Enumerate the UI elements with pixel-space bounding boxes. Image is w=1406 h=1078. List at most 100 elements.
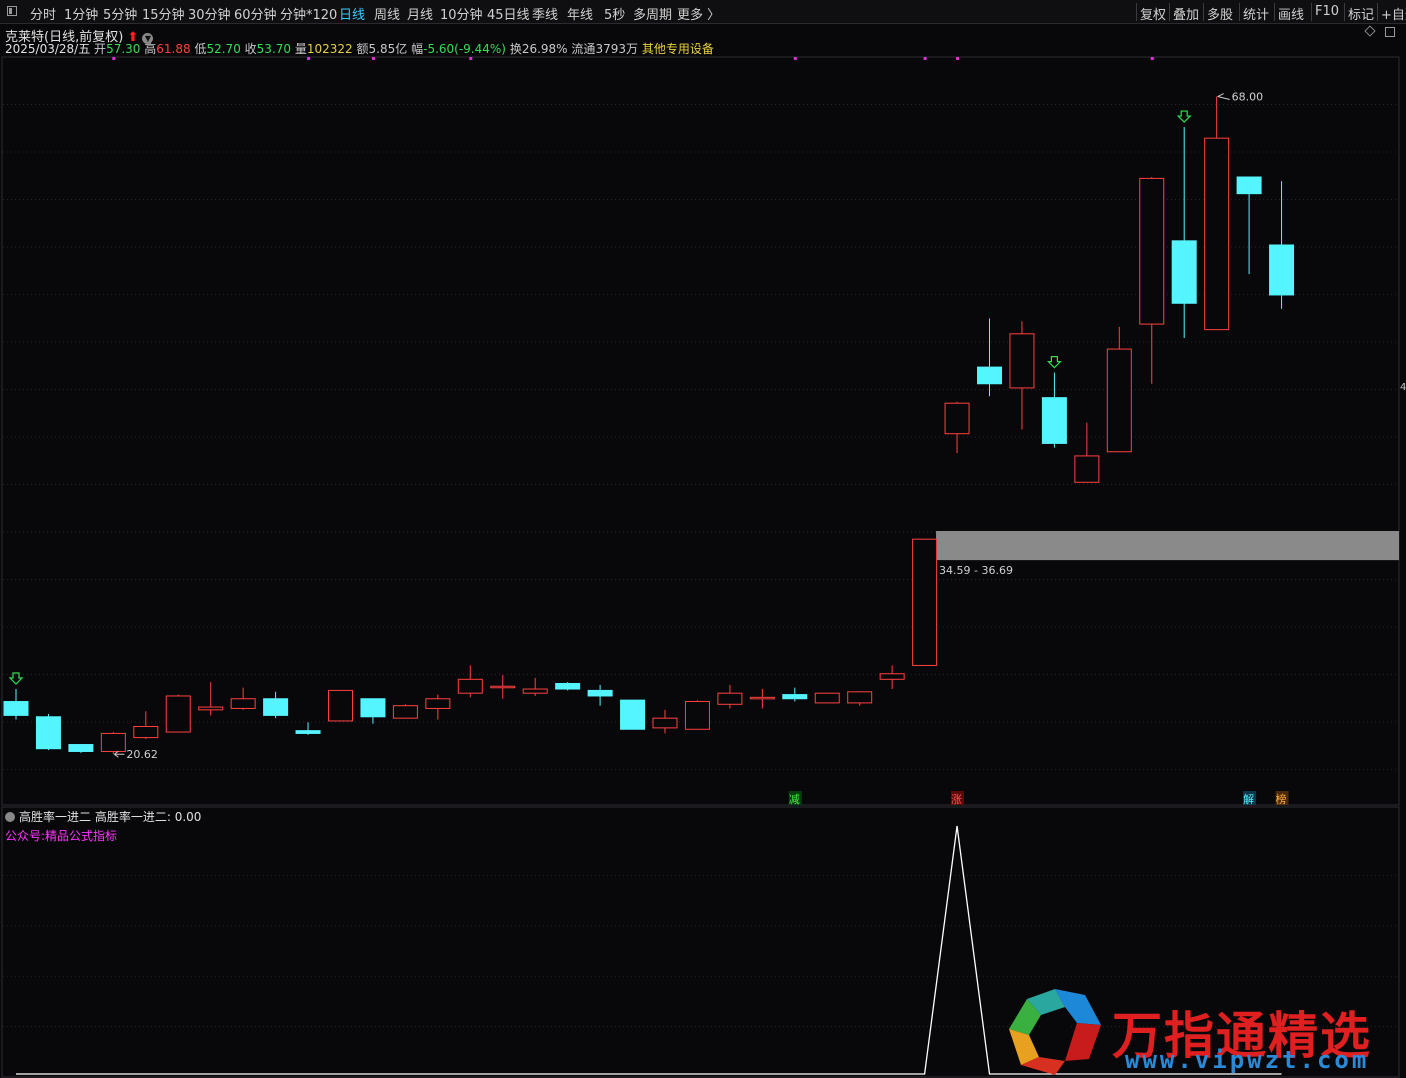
candle: [295, 722, 321, 735]
candle-body: [814, 692, 840, 704]
candle-body: [198, 706, 224, 711]
indicator-subtitle: 公众号:精品公式指标: [5, 829, 118, 843]
candle: [1139, 177, 1165, 384]
candle-body: [912, 538, 938, 666]
candle: [1204, 96, 1230, 331]
candle-body: [782, 694, 808, 700]
main-panel-frame: [1, 56, 1400, 806]
candle-body: [1236, 176, 1262, 195]
candle-body: [457, 678, 483, 694]
candle: [684, 700, 710, 730]
candle-body: [263, 698, 289, 716]
min-price-label: 20.62: [126, 748, 158, 761]
candle-body: [879, 673, 905, 680]
event-marker: 榜: [1276, 792, 1287, 806]
candle-body: [977, 366, 1002, 385]
candle-body: [1074, 455, 1100, 483]
candle: [100, 732, 126, 755]
candle-body: [230, 698, 256, 709]
candle: [1269, 181, 1295, 309]
candle-body: [360, 698, 386, 718]
candle: [879, 665, 905, 690]
candle-body: [1139, 177, 1165, 325]
candle: [912, 538, 938, 666]
candle: [360, 698, 386, 724]
candle-body: [717, 692, 743, 705]
indicator-header: 高胜率一进二 高胜率一进二: 0.00: [5, 808, 201, 825]
candle-body: [1171, 240, 1197, 304]
candle-body: [100, 732, 126, 752]
candle: [847, 691, 873, 706]
candle-body: [425, 698, 451, 709]
candle: [425, 694, 451, 720]
candle-body: [1041, 397, 1067, 444]
gap-zone: [936, 530, 1399, 561]
candle: [1041, 372, 1067, 448]
candle: [230, 687, 256, 710]
candle-body: [1204, 137, 1230, 331]
candle-body: [165, 695, 191, 733]
candle-body: [652, 717, 678, 729]
candle-body: [1269, 244, 1295, 296]
candle-body: [944, 402, 970, 435]
event-marker: 减: [789, 793, 800, 806]
candle: [555, 682, 581, 691]
candle: [198, 682, 224, 716]
candle-body: [620, 699, 646, 730]
candle-body: [684, 701, 710, 730]
candle: [328, 689, 353, 722]
min-pointer-icon: [114, 750, 125, 758]
watermark-logo-icon: [1009, 989, 1101, 1075]
candle: [749, 689, 775, 709]
candle: [1106, 326, 1132, 453]
candle-body: [328, 689, 353, 722]
candle: [1074, 422, 1100, 483]
candlestick-chart[interactable]: 4 34.59 - 36.69 68.00 20.62 减 涨 解 榜: [0, 0, 1406, 1078]
candle: [1236, 176, 1262, 275]
candle: [165, 694, 191, 733]
watermark-url: www.vipwzt.com: [1125, 1046, 1370, 1074]
event-marker: 涨: [951, 793, 962, 806]
right-axis-label: 4: [1400, 382, 1406, 393]
event-dot: [956, 57, 960, 60]
event-dot: [1150, 57, 1154, 60]
event-dot: [923, 57, 927, 60]
candle: [977, 318, 1002, 397]
candle: [490, 675, 516, 699]
candle: [1171, 127, 1197, 338]
candle-body: [68, 744, 94, 752]
candle: [814, 692, 840, 704]
candle-body: [392, 705, 418, 719]
candle-body: [490, 685, 516, 689]
candle-body: [587, 689, 613, 697]
event-marker: 解: [1243, 792, 1254, 806]
max-price-label: 68.00: [1232, 91, 1264, 104]
candle: [522, 677, 548, 696]
candle-body: [555, 682, 581, 690]
event-dot: [307, 57, 311, 60]
max-pointer-icon: [1217, 93, 1230, 101]
candle: [1009, 321, 1035, 430]
candle-body: [749, 696, 775, 700]
candle: [782, 687, 808, 702]
candle: [457, 665, 483, 698]
candle-body: [295, 730, 321, 734]
gap-zone-label: 34.59 - 36.69: [939, 564, 1013, 577]
candle: [620, 699, 646, 730]
candle-body: [522, 688, 548, 694]
indicator-menu-icon[interactable]: [5, 812, 15, 822]
candle: [35, 714, 61, 751]
candle: [392, 704, 418, 719]
down-arrow-icon: [1176, 110, 1192, 123]
candle: [944, 401, 970, 454]
event-dot: [371, 57, 375, 60]
candle-body: [1009, 333, 1035, 389]
event-dot: [469, 57, 473, 60]
candle-body: [133, 725, 159, 739]
down-arrow-icon: [1046, 356, 1062, 369]
indicator-name[interactable]: 高胜率一进二: [19, 810, 91, 824]
candle: [652, 709, 678, 734]
candle: [263, 691, 289, 719]
event-dot: [793, 57, 797, 60]
indicator-value: 高胜率一进二: 0.00: [94, 810, 202, 824]
